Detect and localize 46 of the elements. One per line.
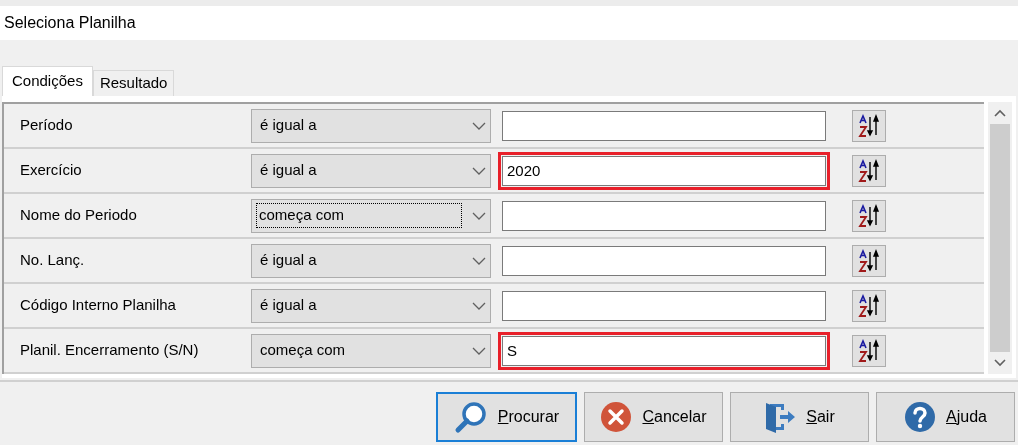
field-label: Código Interno Planilha: [19, 295, 177, 316]
sort-az-icon: [858, 203, 880, 228]
field-label: Período: [19, 115, 74, 136]
field-label: Nome do Periodo: [19, 205, 138, 226]
field-label: No. Lanç.: [19, 250, 86, 271]
sort-button[interactable]: [852, 244, 886, 277]
value-field[interactable]: S: [498, 331, 830, 370]
chevron-down-icon: [472, 346, 486, 355]
operator-dropdown[interactable]: começa com: [251, 198, 491, 233]
close-icon: [600, 401, 633, 433]
sort-button[interactable]: [852, 154, 886, 187]
sort-az-icon: [858, 158, 880, 183]
chevron-up-icon: [994, 109, 1006, 117]
operator-dropdown[interactable]: é igual a: [251, 243, 491, 278]
tab[interactable]: Resultado: [92, 70, 175, 96]
chevron-down-icon: [472, 166, 486, 175]
field-label: Planil. Encerramento (S/N): [19, 340, 200, 361]
search-icon: [453, 400, 488, 434]
sort-az-icon: [858, 338, 880, 363]
action-button[interactable]: Cancelar: [584, 392, 723, 442]
window-title: Seleciona Planilha: [4, 13, 136, 33]
sort-az-icon: [858, 293, 880, 318]
operator-dropdown[interactable]: é igual a: [251, 288, 491, 323]
sort-button[interactable]: [852, 334, 886, 367]
sort-button[interactable]: [852, 289, 886, 322]
chevron-down-icon: [994, 359, 1006, 367]
action-button[interactable]: Procurar: [436, 392, 577, 442]
operator-dropdown[interactable]: é igual a: [251, 108, 491, 143]
sort-az-icon: [858, 248, 880, 273]
sort-az-icon: [858, 113, 880, 138]
field-label: Exercício: [19, 160, 83, 181]
operator-dropdown[interactable]: começa com: [251, 333, 491, 368]
operator-dropdown[interactable]: é igual a: [251, 153, 491, 188]
action-button[interactable]: Ajuda: [876, 392, 1015, 442]
tab[interactable]: Condições: [2, 66, 93, 96]
action-button[interactable]: Sair: [730, 392, 869, 442]
sort-button[interactable]: [852, 199, 886, 232]
sort-button[interactable]: [852, 109, 886, 142]
chevron-down-icon: [472, 121, 486, 130]
help-icon: [904, 401, 937, 433]
door-exit-icon: [764, 400, 797, 434]
chevron-down-icon: [472, 256, 486, 265]
chevron-down-icon: [472, 301, 486, 310]
chevron-down-icon: [472, 211, 486, 220]
scrollbar[interactable]: [988, 102, 1012, 374]
value-field[interactable]: 2020: [498, 151, 830, 190]
